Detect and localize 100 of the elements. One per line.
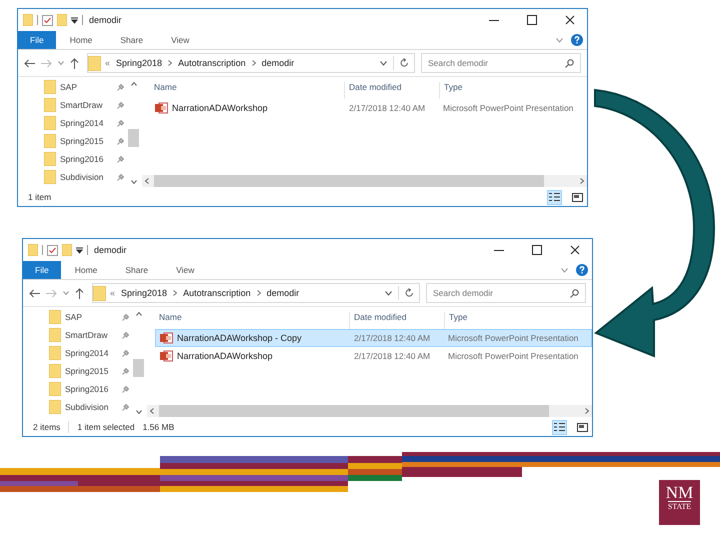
scroll-down-icon[interactable] bbox=[136, 410, 142, 414]
maximize-icon[interactable] bbox=[527, 15, 537, 25]
refresh-icon[interactable] bbox=[400, 58, 409, 68]
pin-icon bbox=[117, 156, 124, 162]
chevron-right-icon[interactable] bbox=[256, 290, 261, 296]
presentation-file-icon bbox=[155, 102, 168, 114]
folder-icon bbox=[44, 134, 56, 148]
file-name: NarrationADAWorkshop bbox=[172, 103, 268, 113]
nav-item[interactable]: Subdivision bbox=[49, 400, 133, 414]
recent-locations-icon[interactable] bbox=[63, 291, 69, 295]
scroll-down-icon[interactable] bbox=[130, 180, 136, 184]
chevron-down-icon[interactable] bbox=[380, 60, 387, 66]
scroll-left-icon[interactable] bbox=[145, 178, 149, 184]
ribbon-tab[interactable]: Home bbox=[60, 261, 112, 279]
overflow-chevrons[interactable]: « bbox=[105, 58, 110, 68]
nav-item[interactable]: Subdivision bbox=[44, 170, 128, 184]
breadcrumb-item[interactable]: demodir bbox=[266, 288, 300, 298]
help-icon[interactable] bbox=[571, 34, 583, 46]
date-cell-text: 2/17/2018 12:40 AM bbox=[353, 351, 432, 361]
ribbon-tab[interactable]: Share bbox=[111, 261, 162, 279]
breadcrumb-item[interactable]: demodir bbox=[262, 58, 294, 68]
address-bar[interactable]: « Spring2018 Autotranscription demodir bbox=[92, 283, 420, 303]
nav-item[interactable]: SmartDraw bbox=[44, 98, 128, 112]
pin-icon bbox=[122, 314, 129, 320]
breadcrumb-item[interactable]: Spring2018 bbox=[116, 58, 162, 68]
scroll-thumb[interactable] bbox=[133, 359, 144, 377]
file-row[interactable]: NarrationADAWorkshop - Copy 2/17/2018 12:40 AM Microsoft PowerPoint Presentation bbox=[155, 329, 592, 347]
date-cell-text: 2/17/2018 12:40 AM bbox=[348, 103, 426, 113]
file-menu-tab[interactable]: File bbox=[23, 261, 61, 279]
nav-item[interactable]: Spring2016 bbox=[44, 152, 128, 166]
close-icon[interactable] bbox=[565, 15, 575, 25]
column-header[interactable]: Name bbox=[150, 82, 345, 99]
file-menu-tab[interactable]: File bbox=[18, 31, 56, 49]
refresh-icon[interactable] bbox=[405, 288, 414, 298]
column-header[interactable]: Type bbox=[440, 82, 587, 99]
scroll-left-icon[interactable] bbox=[150, 408, 154, 414]
search-field[interactable]: Search demodir bbox=[421, 53, 581, 73]
close-icon[interactable] bbox=[570, 245, 580, 255]
nav-item[interactable]: SAP bbox=[49, 310, 133, 324]
up-arrow-icon[interactable] bbox=[75, 288, 84, 298]
folder-icon bbox=[49, 346, 61, 360]
expand-ribbon-icon[interactable] bbox=[556, 38, 563, 42]
help-icon[interactable] bbox=[576, 264, 588, 276]
folder-icon bbox=[88, 56, 101, 70]
search-field[interactable]: Search demodir bbox=[426, 283, 586, 303]
file-row[interactable]: NarrationADAWorkshop 2/17/2018 12:40 AM Microsoft PowerPoint Presentation bbox=[155, 347, 592, 365]
window-title: demodir bbox=[89, 15, 122, 25]
nav-item[interactable]: Spring2014 bbox=[49, 346, 133, 360]
expand-ribbon-icon[interactable] bbox=[561, 268, 568, 272]
scroll-right-icon[interactable] bbox=[585, 408, 589, 414]
nav-item[interactable]: SmartDraw bbox=[49, 328, 133, 342]
status-text: 1 item selected bbox=[77, 422, 135, 432]
chevron-right-icon[interactable] bbox=[173, 290, 178, 296]
date-cell-text: 2/17/2018 12:40 AM bbox=[353, 333, 432, 343]
ribbon-tab[interactable]: View bbox=[157, 31, 204, 49]
nav-item[interactable]: SAP bbox=[44, 80, 128, 94]
folder-icon bbox=[44, 152, 56, 166]
nav-item[interactable]: Spring2016 bbox=[49, 382, 133, 396]
customize-icon[interactable] bbox=[71, 16, 78, 24]
nav-item[interactable]: Spring2015 bbox=[49, 364, 133, 378]
preview-pane-icon[interactable] bbox=[577, 422, 588, 432]
file-row[interactable]: NarrationADAWorkshop 2/17/2018 12:40 AM Microsoft PowerPoint Presentation bbox=[150, 99, 587, 117]
pin-icon bbox=[122, 350, 129, 356]
properties-icon[interactable] bbox=[42, 14, 53, 26]
ribbon-tab[interactable]: Home bbox=[56, 31, 106, 49]
breadcrumb-item[interactable]: Spring2018 bbox=[121, 288, 168, 298]
search-icon bbox=[570, 288, 579, 298]
folder-icon bbox=[49, 382, 61, 396]
back-arrow-icon[interactable] bbox=[29, 288, 40, 298]
recent-locations-icon[interactable] bbox=[58, 61, 64, 65]
maximize-icon[interactable] bbox=[532, 245, 542, 255]
scroll-thumb[interactable] bbox=[128, 129, 139, 147]
breadcrumb-item[interactable]: Autotranscription bbox=[178, 58, 246, 68]
pin-icon bbox=[122, 368, 129, 374]
breadcrumb-item[interactable]: Autotranscription bbox=[183, 288, 251, 298]
status-text: 1.56 MB bbox=[142, 422, 174, 432]
chevron-right-icon[interactable] bbox=[168, 60, 172, 66]
customize-icon[interactable] bbox=[76, 246, 83, 254]
properties-icon[interactable] bbox=[47, 244, 58, 256]
chevron-right-icon[interactable] bbox=[252, 60, 256, 66]
back-arrow-icon[interactable] bbox=[24, 58, 35, 68]
nav-item[interactable]: Spring2014 bbox=[44, 116, 128, 130]
up-arrow-icon[interactable] bbox=[70, 58, 79, 68]
chevron-down-icon[interactable] bbox=[385, 290, 392, 296]
scroll-up-icon[interactable] bbox=[130, 82, 136, 86]
type-cell-text: Microsoft PowerPoint Presentation bbox=[447, 333, 580, 343]
scroll-up-icon[interactable] bbox=[136, 312, 142, 316]
pin-icon bbox=[117, 120, 124, 126]
folder-icon bbox=[44, 116, 56, 130]
scroll-right-icon[interactable] bbox=[580, 178, 584, 184]
pin-icon bbox=[117, 174, 124, 180]
ribbon-tab[interactable]: View bbox=[162, 261, 208, 279]
address-bar[interactable]: « Spring2018 Autotranscription demodir bbox=[87, 53, 415, 73]
nav-item[interactable]: Spring2015 bbox=[44, 134, 128, 148]
column-header[interactable]: Type bbox=[445, 312, 592, 329]
file-name: NarrationADAWorkshop - Copy bbox=[177, 333, 302, 343]
overflow-chevrons[interactable]: « bbox=[110, 288, 116, 298]
column-header[interactable]: Date modified bbox=[345, 82, 440, 99]
preview-pane-icon[interactable] bbox=[572, 192, 583, 202]
ribbon-tab[interactable]: Share bbox=[106, 31, 158, 49]
